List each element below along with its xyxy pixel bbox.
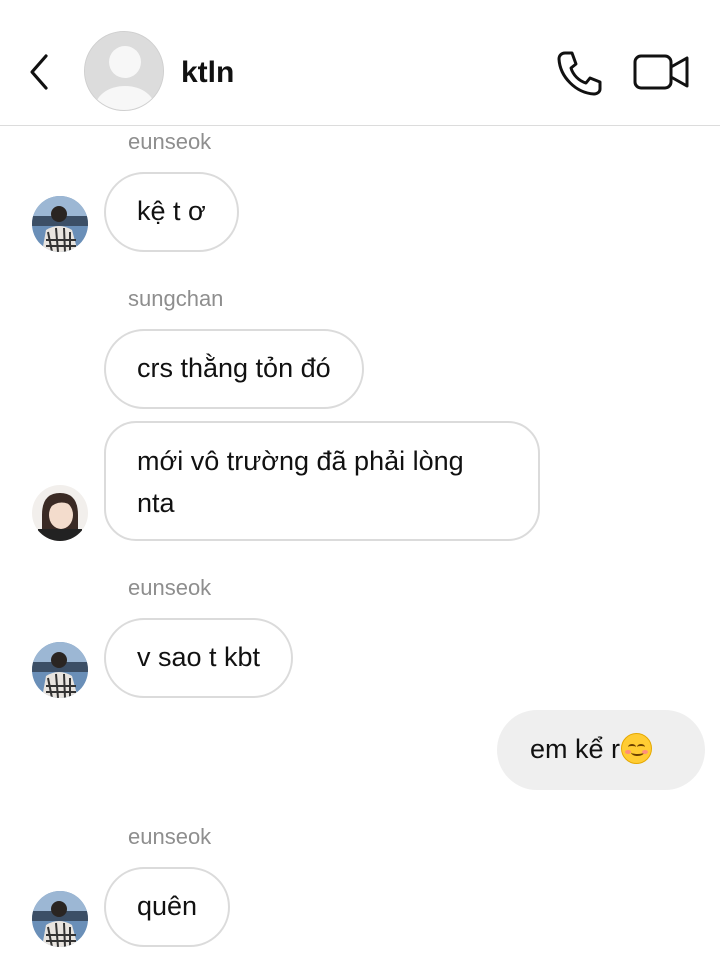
relieved-face-emoji (621, 733, 653, 764)
message-bubble[interactable]: v sao t kbt (104, 618, 294, 698)
message-bubble[interactable]: mới vô trường đã phải lòng nta (104, 421, 540, 541)
profile-photo-eunseok (32, 642, 88, 698)
avatar-eunseok[interactable] (32, 196, 88, 252)
back-button[interactable] (26, 50, 56, 94)
message-bubble[interactable]: quên (104, 867, 231, 947)
message-bubble[interactable]: kệ t ơ (104, 172, 239, 252)
chevron-left-icon (30, 54, 48, 90)
message-text: em kể r (530, 734, 621, 764)
avatar-eunseok[interactable] (32, 642, 88, 698)
contact-avatar[interactable] (84, 31, 164, 111)
video-camera-icon (633, 54, 689, 90)
sender-name: eunseok (128, 575, 212, 600)
video-call-button[interactable] (632, 50, 690, 94)
avatar-sungchan[interactable] (32, 485, 88, 541)
sender-name: sungchan (128, 286, 224, 311)
profile-photo-sungchan (32, 485, 88, 541)
phone-icon (557, 51, 602, 96)
chat-header: ktln (0, 0, 720, 126)
contact-name[interactable]: ktln (181, 56, 234, 90)
voice-call-button[interactable] (554, 48, 604, 96)
profile-photo-eunseok (32, 196, 88, 252)
message-text: crs thằng tỏn đó (137, 353, 331, 383)
message-text: v sao t kbt (137, 642, 261, 672)
profile-photo-eunseok (32, 891, 88, 947)
message-text: kệ t ơ (137, 196, 206, 226)
message-text: quên (137, 891, 198, 921)
my-message-bubble[interactable]: em kể r (497, 710, 705, 790)
avatar-eunseok[interactable] (32, 891, 88, 947)
message-bubble[interactable]: crs thằng tỏn đó (104, 329, 364, 409)
sender-name: eunseok (128, 129, 212, 154)
message-text: mới vô trường đã phải lòng nta (137, 446, 464, 518)
sender-name: eunseok (128, 824, 212, 849)
default-user-icon (85, 32, 163, 110)
